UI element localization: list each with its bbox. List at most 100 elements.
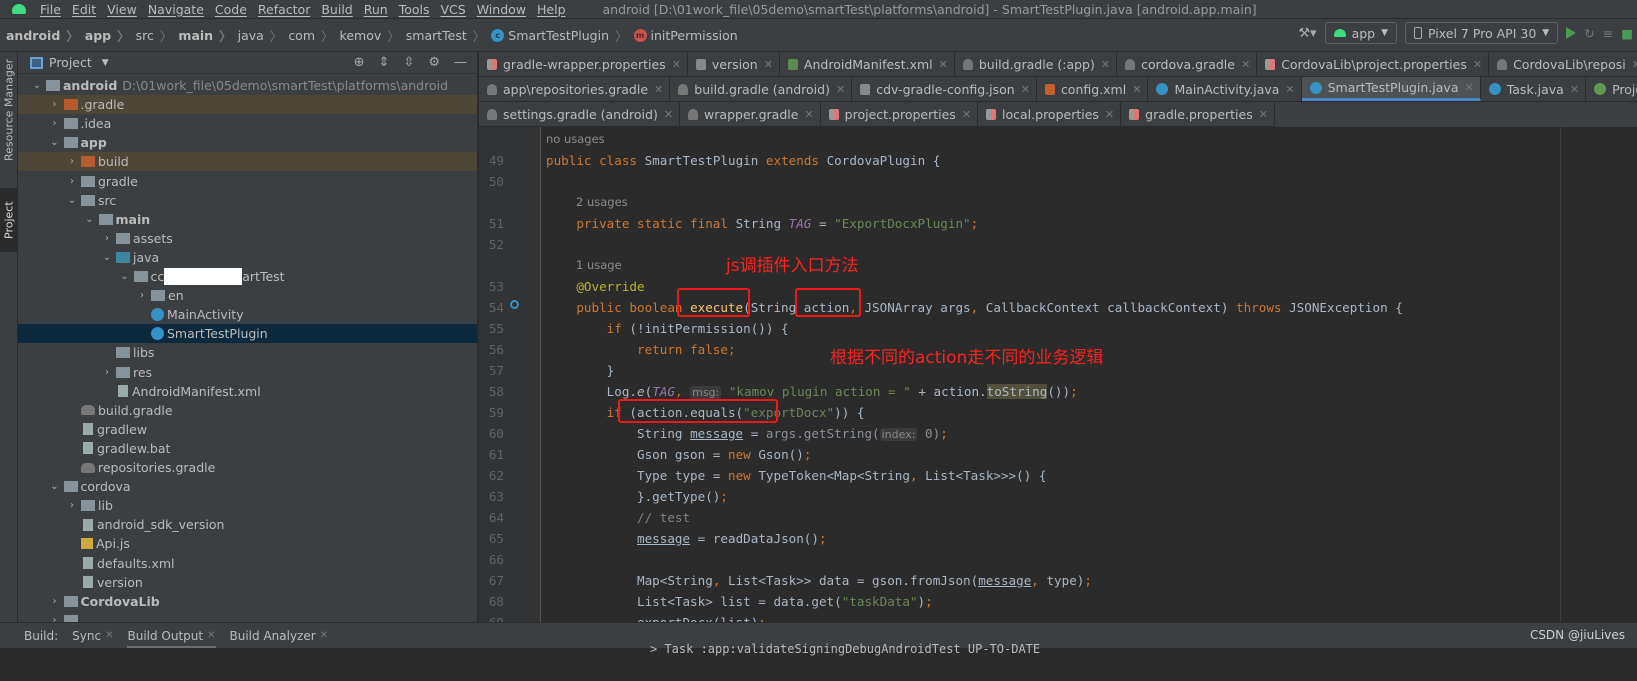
run-icon[interactable]: [1566, 27, 1577, 39]
tree-item[interactable]: › build: [18, 152, 477, 172]
tree-item[interactable]: SmartTestPlugin: [18, 324, 477, 344]
editor-tab[interactable]: AndroidManifest.xml ✕: [780, 52, 955, 76]
close-icon[interactable]: ✕: [804, 108, 813, 121]
chevron-right-icon[interactable]: ›: [65, 500, 79, 511]
chevron-down-icon[interactable]: ▼: [102, 58, 109, 68]
locate-icon[interactable]: ⊕: [354, 55, 365, 70]
close-icon[interactable]: ✕: [1473, 58, 1482, 71]
tree-item[interactable]: › gradle: [18, 172, 477, 191]
editor-tab[interactable]: settings.gradle (android) ✕: [479, 102, 681, 126]
tree-item[interactable]: ⌄ main: [18, 210, 477, 229]
close-icon[interactable]: ✕: [1241, 58, 1250, 71]
tree-item[interactable]: ›: [18, 611, 477, 622]
chevron-down-icon[interactable]: ⌄: [83, 214, 97, 225]
chevron-down-icon[interactable]: ⌄: [118, 271, 132, 282]
editor-tab[interactable]: local.properties ✕: [978, 102, 1122, 126]
editor-tab[interactable]: gradle-wrapper.properties ✕: [479, 52, 688, 76]
close-icon[interactable]: ✕: [672, 58, 681, 71]
tree-item[interactable]: gradlew: [18, 420, 477, 439]
tree-item[interactable]: AndroidManifest.xml: [18, 382, 477, 401]
close-icon[interactable]: ✕: [1285, 83, 1294, 96]
tree-item[interactable]: version: [18, 573, 477, 592]
close-icon[interactable]: ✕: [836, 83, 845, 96]
editor-tab[interactable]: MainActivity.java ✕: [1148, 77, 1302, 101]
tree-item[interactable]: › .idea: [18, 114, 477, 133]
close-icon[interactable]: ✕: [962, 108, 971, 121]
tree-item[interactable]: build.gradle: [18, 401, 477, 420]
editor-tab[interactable]: project.properties ✕: [821, 102, 979, 126]
usage-hint[interactable]: 1 usage: [576, 258, 622, 272]
editor-tab[interactable]: gradle.properties ✕: [1121, 102, 1275, 126]
breadcrumb-item[interactable]: android 〉: [6, 26, 85, 45]
code-editor[interactable]: no usages 49 public class SmartTestPlugin …: [479, 127, 1637, 622]
menu-navigate[interactable]: Navigate: [148, 2, 204, 17]
tree-item[interactable]: ⌄ android D:\01work_file\05demo\smartTest\…: [18, 76, 477, 95]
build-tab[interactable]: Sync ✕: [72, 623, 113, 649]
tree-item[interactable]: › CordovaLib: [18, 592, 477, 611]
tree-item[interactable]: ⌄ java: [18, 248, 477, 267]
chevron-right-icon[interactable]: ›: [65, 156, 79, 167]
tree-item[interactable]: › assets: [18, 229, 477, 248]
tree-item[interactable]: › .gradle: [18, 95, 477, 115]
gear-icon[interactable]: ⚙: [428, 55, 440, 70]
chevron-down-icon[interactable]: ⌄: [48, 137, 62, 148]
close-icon[interactable]: ✕: [1259, 108, 1268, 121]
debug-icon[interactable]: ■: [1621, 26, 1633, 41]
tree-item[interactable]: ⌄ cc artTest: [18, 267, 477, 286]
close-icon[interactable]: ✕: [320, 630, 328, 641]
tree-item[interactable]: Api.js: [18, 534, 477, 553]
collapse-all-icon[interactable]: ⇳: [403, 55, 414, 70]
editor-tab[interactable]: wrapper.gradle ✕: [680, 102, 821, 126]
close-icon[interactable]: ✕: [664, 108, 673, 121]
menu-build[interactable]: Build: [321, 2, 352, 17]
menu-vcs[interactable]: VCS: [441, 2, 466, 17]
editor-tab[interactable]: cordova.gradle ✕: [1117, 52, 1258, 76]
editor-tab[interactable]: app\repositories.gradle ✕: [479, 77, 671, 101]
tree-item[interactable]: MainActivity: [18, 305, 477, 324]
editor-tab[interactable]: cdv-gradle-config.json ✕: [852, 77, 1037, 101]
chevron-down-icon[interactable]: ⌄: [48, 481, 62, 492]
breadcrumb-item[interactable]: com 〉: [288, 26, 339, 45]
chevron-right-icon[interactable]: ›: [48, 118, 62, 129]
chevron-right-icon[interactable]: ›: [48, 615, 62, 622]
editor-tab[interactable]: build.gradle (:app) ✕: [955, 52, 1118, 76]
chevron-right-icon[interactable]: ›: [48, 99, 62, 110]
menu-file[interactable]: File: [40, 2, 61, 17]
editor-tab[interactable]: CordovaLib\reposi ✕: [1489, 52, 1637, 76]
tree-item[interactable]: libs: [18, 343, 477, 362]
menu-window[interactable]: Window: [477, 2, 526, 17]
run-config-select[interactable]: app ▼: [1324, 22, 1398, 44]
tree-item[interactable]: repositories.gradle: [18, 458, 477, 477]
chevron-right-icon[interactable]: ›: [135, 290, 149, 301]
menu-edit[interactable]: Edit: [72, 2, 96, 17]
close-icon[interactable]: ✕: [939, 58, 948, 71]
apply-code-changes-icon[interactable]: ≡: [1603, 26, 1613, 41]
chevron-down-icon[interactable]: ⌄: [100, 252, 114, 263]
usage-hint[interactable]: 2 usages: [576, 195, 628, 209]
close-icon[interactable]: ✕: [654, 83, 663, 96]
editor-tab[interactable]: Proje✕: [1586, 77, 1637, 101]
build-hammer-icon[interactable]: ⚒▾: [1298, 26, 1316, 41]
close-icon[interactable]: ✕: [1132, 83, 1141, 96]
menu-view[interactable]: View: [107, 2, 137, 17]
close-icon[interactable]: ✕: [105, 630, 113, 641]
close-icon[interactable]: ✕: [1101, 58, 1110, 71]
editor-tab[interactable]: CordovaLib\project.properties ✕: [1257, 52, 1490, 76]
editor-tab[interactable]: config.xml ✕: [1037, 77, 1149, 101]
editor-tab[interactable]: Task.java ✕: [1481, 77, 1587, 101]
close-icon[interactable]: ✕: [1570, 83, 1579, 96]
menu-refactor[interactable]: Refactor: [258, 2, 310, 17]
hide-icon[interactable]: —: [454, 55, 467, 70]
breadcrumb-item[interactable]: kemov 〉: [340, 26, 406, 45]
editor-tab[interactable]: SmartTestPlugin.java ✕: [1301, 77, 1481, 101]
tree-item[interactable]: › lib: [18, 496, 477, 515]
resource-manager-tab[interactable]: Resource Manager: [0, 56, 18, 164]
menu-help[interactable]: Help: [537, 2, 566, 17]
chevron-right-icon[interactable]: ›: [100, 233, 114, 244]
close-icon[interactable]: ✕: [1464, 81, 1473, 94]
tree-item[interactable]: › en: [18, 286, 477, 305]
chevron-right-icon[interactable]: ›: [48, 596, 62, 607]
breadcrumb-item[interactable]: main 〉: [178, 26, 237, 45]
tree-item[interactable]: ⌄ app: [18, 133, 477, 152]
menu-run[interactable]: Run: [364, 2, 388, 17]
